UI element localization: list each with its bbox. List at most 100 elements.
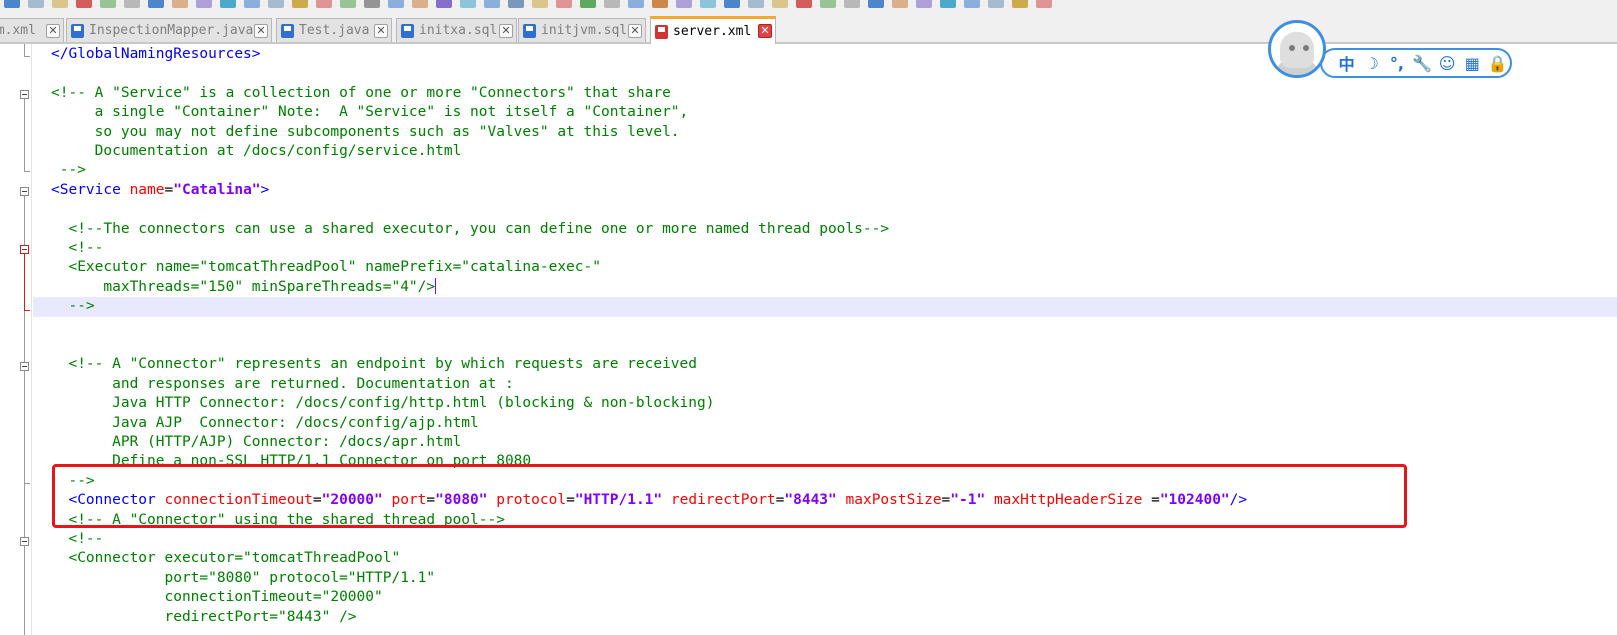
- code-line: connectionTimeout="20000": [51, 588, 382, 607]
- toolbar-button-icon[interactable]: [172, 0, 188, 8]
- toolbar-button-icon[interactable]: [748, 0, 764, 8]
- ime-toolbar[interactable]: 中 ☽ °, 🔧 ☺ ▦ 🔒: [1268, 20, 1514, 80]
- fold-toggle-icon[interactable]: [20, 362, 29, 371]
- tab-initxa-sql[interactable]: initxa.sql ✕: [396, 18, 517, 42]
- fold-toggle-icon[interactable]: [20, 245, 29, 254]
- toolbar-button-icon[interactable]: [76, 0, 92, 8]
- toolbar-button-icon[interactable]: [700, 0, 716, 8]
- code-line: APR (HTTP/AJP) Connector: /docs/apr.html: [51, 433, 461, 452]
- ime-lock-icon[interactable]: 🔒: [1485, 52, 1510, 74]
- code-line: redirectPort="8443" />: [51, 608, 356, 627]
- tab-test-java[interactable]: Test.java ✕: [276, 18, 392, 42]
- fold-end-marker: [24, 171, 30, 172]
- fold-end-marker: [24, 310, 30, 311]
- toolbar-button-icon[interactable]: [532, 0, 548, 8]
- toolbar-button-icon[interactable]: [580, 0, 596, 8]
- text-caret: [435, 277, 437, 294]
- code-token: "Catalina": [173, 181, 261, 198]
- code-token: Java AJP Connector: /docs/config/ajp.htm…: [51, 414, 479, 431]
- toolbar-button-icon[interactable]: [892, 0, 908, 8]
- toolbar-button-icon[interactable]: [484, 0, 500, 8]
- toolbar-button-icon[interactable]: [796, 0, 812, 8]
- blue-file-icon: [523, 23, 536, 38]
- toolbar-button-icon[interactable]: [124, 0, 140, 8]
- toolbar-button-icon[interactable]: [556, 0, 572, 8]
- toolbar-button-icon[interactable]: [772, 0, 788, 8]
- code-line: <Executor name="tomcatThreadPool" namePr…: [51, 258, 601, 277]
- toolbar-button-icon[interactable]: [868, 0, 884, 8]
- code-token: <!--: [51, 240, 104, 256]
- toolbar-button-icon[interactable]: [988, 0, 1004, 8]
- ime-toolbar-bar: 中 ☽ °, 🔧 ☺ ▦ 🔒: [1320, 48, 1512, 78]
- ime-wrench-icon[interactable]: 🔧: [1409, 52, 1434, 74]
- toolbar-button-icon[interactable]: [388, 0, 404, 8]
- toolbar-button-icon[interactable]: [364, 0, 380, 8]
- toolbar-button-icon[interactable]: [52, 0, 68, 8]
- ime-emoji-icon[interactable]: ☺: [1435, 52, 1460, 74]
- toolbar-button-icon[interactable]: [340, 0, 356, 8]
- toolbar-button-icon[interactable]: [220, 0, 236, 8]
- code-line: <!--: [51, 530, 103, 549]
- toolbar-button-icon[interactable]: [508, 0, 524, 8]
- code-editor[interactable]: </GlobalNamingResources> <!-- A "Service"…: [33, 44, 1617, 635]
- ime-grid-icon[interactable]: ▦: [1460, 52, 1485, 74]
- fold-toggle-icon[interactable]: [20, 537, 29, 546]
- fold-toggle-icon[interactable]: [20, 187, 29, 196]
- code-token: name: [129, 181, 165, 198]
- ime-chinese-mode-icon[interactable]: 中: [1334, 52, 1359, 74]
- toolbar-button-icon[interactable]: [4, 0, 20, 8]
- fold-toggle-icon[interactable]: [20, 90, 29, 99]
- close-icon[interactable]: ✕: [758, 24, 772, 38]
- tab-inspectionmapper-java[interactable]: InspectionMapper.java ✕: [66, 18, 272, 42]
- toolbar-button-icon[interactable]: [100, 0, 116, 8]
- code-line: so you may not define subcomponents such…: [51, 123, 680, 142]
- close-icon[interactable]: ✕: [254, 24, 268, 38]
- tab-initjvm-sql[interactable]: initjvm.sql ✕: [518, 18, 646, 42]
- toolbar-button-icon[interactable]: [676, 0, 692, 8]
- close-icon[interactable]: ✕: [374, 24, 388, 38]
- toolbar-button-icon[interactable]: [964, 0, 980, 8]
- fold-end-marker: [24, 483, 30, 484]
- toolbar-button-icon[interactable]: [460, 0, 476, 8]
- toolbar-button-icon[interactable]: [268, 0, 284, 8]
- toolbar-button-icon[interactable]: [844, 0, 860, 8]
- toolbar-button-icon[interactable]: [604, 0, 620, 8]
- toolbar-button-icon[interactable]: [196, 0, 212, 8]
- toolbar-button-icon[interactable]: [940, 0, 956, 8]
- toolbar-button-icon[interactable]: [1036, 0, 1052, 8]
- ime-mascot-icon[interactable]: [1268, 20, 1326, 78]
- code-line: port="8080" protocol="HTTP/1.1": [51, 569, 435, 588]
- code-token: -->: [51, 298, 95, 315]
- toolbar-button-icon[interactable]: [652, 0, 668, 8]
- toolbar-button-icon[interactable]: [244, 0, 260, 8]
- toolbar-button-icon[interactable]: [316, 0, 332, 8]
- close-icon[interactable]: ✕: [628, 24, 642, 38]
- toolbar-button-icon[interactable]: [916, 0, 932, 8]
- code-token: so you may not define subcomponents such…: [51, 123, 680, 140]
- tab-server-xml[interactable]: server.xml ✕: [650, 16, 776, 44]
- code-token: APR (HTTP/AJP) Connector: /docs/apr.html: [51, 434, 462, 450]
- ime-punctuation-icon[interactable]: °,: [1384, 52, 1409, 74]
- toolbar-button-icon[interactable]: [628, 0, 644, 8]
- code-line: Documentation at /docs/config/service.ht…: [51, 142, 462, 161]
- ime-moon-icon[interactable]: ☽: [1359, 52, 1384, 74]
- close-icon[interactable]: ✕: [499, 24, 513, 38]
- tab-label: Test.java: [299, 23, 370, 38]
- tab-om-xml[interactable]: om.xml ✕: [0, 18, 64, 42]
- close-icon[interactable]: ✕: [46, 24, 60, 38]
- tab-label: InspectionMapper.java: [89, 23, 254, 38]
- blue-file-icon: [401, 23, 414, 38]
- toolbar-button-icon[interactable]: [724, 0, 740, 8]
- toolbar-button-icon[interactable]: [28, 0, 44, 8]
- toolbar-button-icon[interactable]: [820, 0, 836, 8]
- fold-gutter: [0, 44, 32, 635]
- red-file-icon: [655, 24, 668, 39]
- toolbar-button-icon[interactable]: [412, 0, 428, 8]
- code-line: and responses are returned. Documentatio…: [51, 375, 514, 394]
- toolbar-button-icon[interactable]: [1012, 0, 1028, 8]
- code-line: <!-- A "Service" is a collection of one …: [51, 84, 671, 103]
- toolbar-button-icon[interactable]: [292, 0, 308, 8]
- tab-label: initxa.sql: [419, 23, 498, 38]
- toolbar-button-icon[interactable]: [436, 0, 452, 8]
- toolbar-button-icon[interactable]: [148, 0, 164, 8]
